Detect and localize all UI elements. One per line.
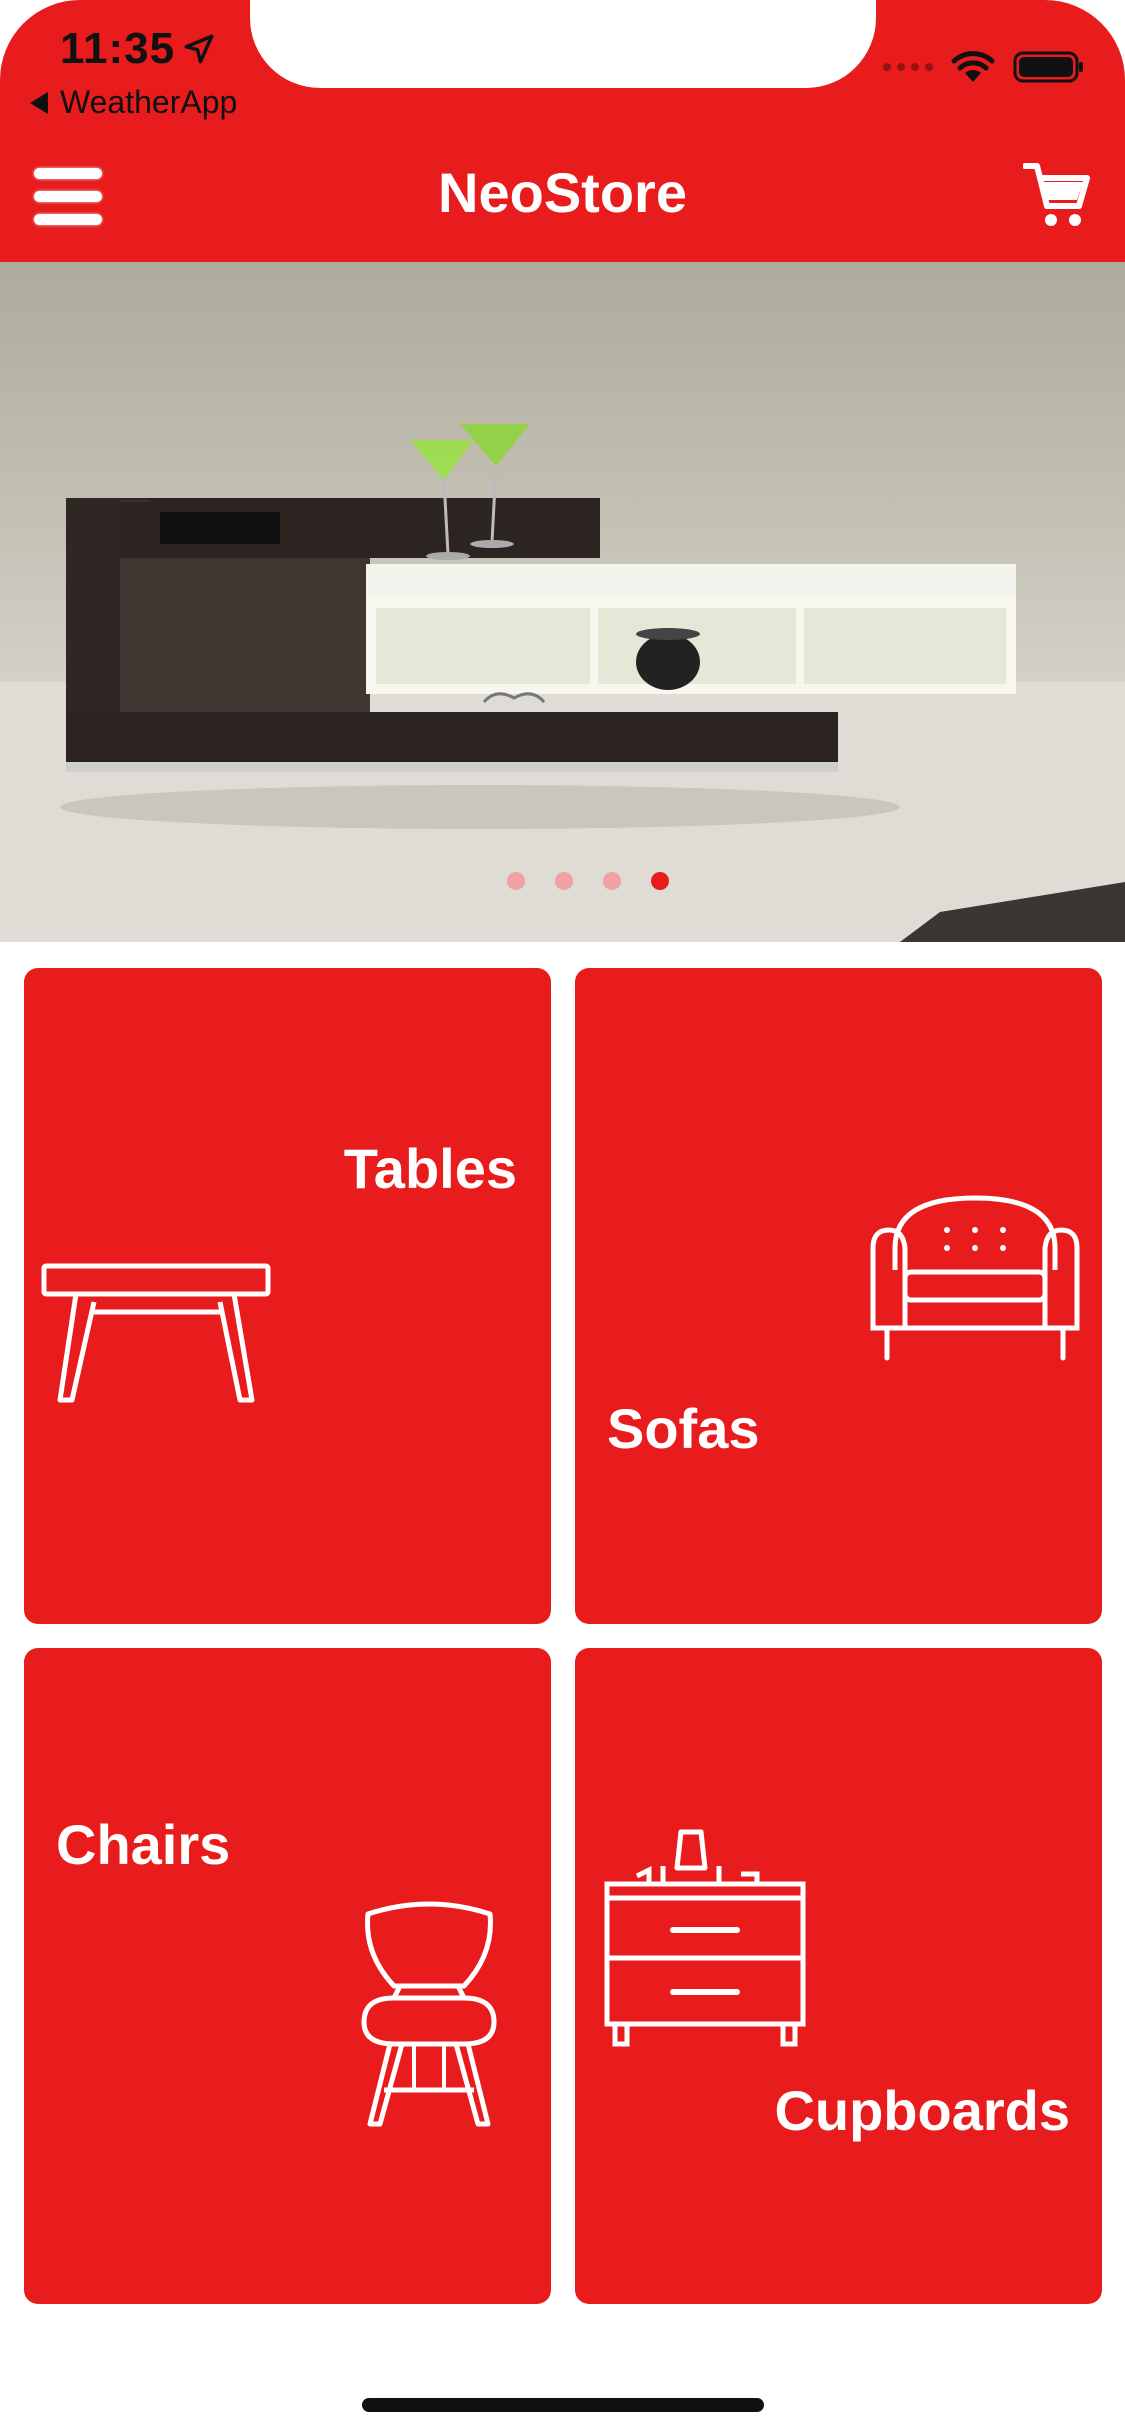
carousel-dot[interactable] [554,872,573,890]
table-icon [41,1263,271,1403]
page-title: NeoStore [438,161,687,224]
category-label-sofas: Sofas [607,1397,760,1460]
category-label-cupboards: Cupboards [774,2079,1070,2142]
shopping-cart-icon[interactable] [1023,160,1091,230]
category-tile-tables[interactable]: Tables [24,968,551,1624]
product-banner-carousel[interactable] [0,262,1125,942]
battery-icon [1013,51,1083,83]
wifi-icon [951,51,995,82]
device-notch [250,0,876,88]
carousel-dot[interactable] [602,872,621,890]
home-indicator[interactable] [362,2398,764,2412]
back-arrow-icon [30,91,48,114]
chair-icon [361,1901,497,2127]
category-label-tables: Tables [343,1137,517,1200]
home-screen: 11:35 WeatherApp NeoStore Tables Sofas C… [0,0,1125,2436]
cupboard-icon [604,1829,806,2047]
banner-product-image [0,424,1125,942]
category-label-chairs: Chairs [56,1813,231,1876]
status-indicators [883,50,1085,84]
back-to-app-link[interactable]: WeatherApp [30,84,237,121]
category-tile-cupboards[interactable]: Cupboards [575,1648,1102,2304]
location-arrow-icon [184,34,214,64]
cellular-signal-icon [883,63,933,71]
category-tile-sofas[interactable]: Sofas [575,968,1102,1624]
carousel-dot[interactable] [506,872,525,890]
carousel-dot-active[interactable] [650,872,669,890]
back-app-name: WeatherApp [60,84,238,120]
sofa-icon [870,1195,1080,1361]
category-tile-chairs[interactable]: Chairs [24,1648,551,2304]
app-header: 11:35 WeatherApp NeoStore [0,0,1125,262]
carousel-page-indicator[interactable] [25,872,1125,890]
status-time: 11:35 [60,24,176,73]
